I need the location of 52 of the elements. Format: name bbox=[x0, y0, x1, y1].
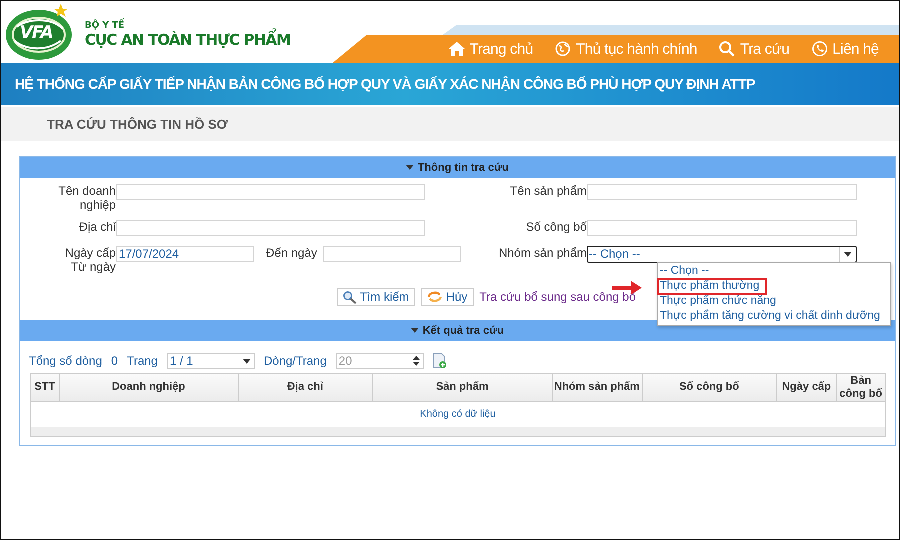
search-icon bbox=[719, 41, 736, 57]
column-header: Số công bố bbox=[642, 374, 778, 401]
dropdown-option[interactable]: Thực phẩm thường bbox=[658, 279, 766, 294]
field-label: Tên sản phẩm bbox=[510, 184, 587, 198]
field-label: Số công bố bbox=[526, 220, 587, 234]
dropdown-option[interactable]: -- Chọn -- bbox=[658, 264, 890, 279]
panel-header[interactable]: Kết quả tra cứu bbox=[20, 320, 895, 341]
globe-icon bbox=[555, 41, 572, 57]
rows-per-page-label: Dòng/Trang bbox=[264, 354, 327, 368]
panel-header[interactable]: Thông tin tra cứu bbox=[20, 157, 895, 178]
column-header: Địa chỉ bbox=[238, 374, 374, 401]
refresh-icon bbox=[427, 291, 444, 303]
page-label: Trang bbox=[127, 354, 158, 368]
date-field[interactable]: 17/07/2024 bbox=[116, 246, 254, 262]
phone-icon bbox=[812, 41, 828, 57]
input-field[interactable] bbox=[116, 220, 425, 236]
field-label: Địa chỉ bbox=[79, 220, 116, 234]
reset-button[interactable]: Hủy bbox=[421, 288, 474, 306]
export-icon[interactable] bbox=[432, 353, 447, 369]
field-label: Ngày cấp Từ ngày bbox=[64, 246, 116, 274]
input-field[interactable] bbox=[116, 184, 425, 200]
search-button[interactable]: Tìm kiếm bbox=[336, 288, 416, 306]
caret-icon bbox=[242, 358, 251, 364]
system-title: HỆ THỐNG CẤP GIẤY TIẾP NHẬN BẢN CÔNG BỐ HỢP QUY VÀ GIẤY XÁC NHẬN CÔNG BỐ PHÙ HỢP QUY ĐỊNH ATTP bbox=[15, 76, 756, 92]
home-icon bbox=[448, 42, 465, 56]
spinner-icon bbox=[412, 355, 420, 367]
total-label: Tổng số dòng bbox=[29, 354, 102, 368]
page-select[interactable]: 1 / 1 bbox=[166, 353, 255, 369]
input-field[interactable] bbox=[587, 220, 857, 236]
column-header: Doanh nghiệp bbox=[60, 374, 239, 401]
caret-icon bbox=[410, 328, 419, 333]
column-header: Ngày cấp bbox=[777, 374, 838, 401]
column-header: STT bbox=[31, 374, 60, 401]
agency-name: CỤC AN TOÀN THỰC PHẨM bbox=[85, 31, 291, 49]
column-header: Nhóm sản phẩm bbox=[552, 374, 643, 401]
search-icon bbox=[342, 290, 357, 304]
caret-icon bbox=[406, 165, 414, 170]
column-header: Sản phẩm bbox=[373, 374, 553, 401]
caret-icon bbox=[844, 252, 852, 257]
date-field[interactable] bbox=[323, 246, 462, 262]
panel-title: Kết quả tra cứu bbox=[422, 324, 504, 336]
panel-title: Thông tin tra cứu bbox=[418, 162, 510, 174]
page-heading: TRA CỨU THÔNG TIN HỒ SƠ bbox=[47, 116, 228, 132]
empty-message: Không có dữ liệu bbox=[419, 408, 497, 422]
dropdown-option[interactable]: Thực phẩm chức năng bbox=[658, 294, 890, 309]
field-label: Nhóm sản phẩm bbox=[498, 246, 587, 260]
field-label: Tên doanh nghiệp bbox=[58, 184, 116, 212]
total-count: 0 bbox=[111, 354, 118, 368]
input-field[interactable] bbox=[587, 184, 857, 200]
field-label: Đến ngày bbox=[266, 246, 318, 260]
logo-text: VFA bbox=[20, 23, 53, 43]
column-header: Bản công bố bbox=[838, 374, 884, 401]
